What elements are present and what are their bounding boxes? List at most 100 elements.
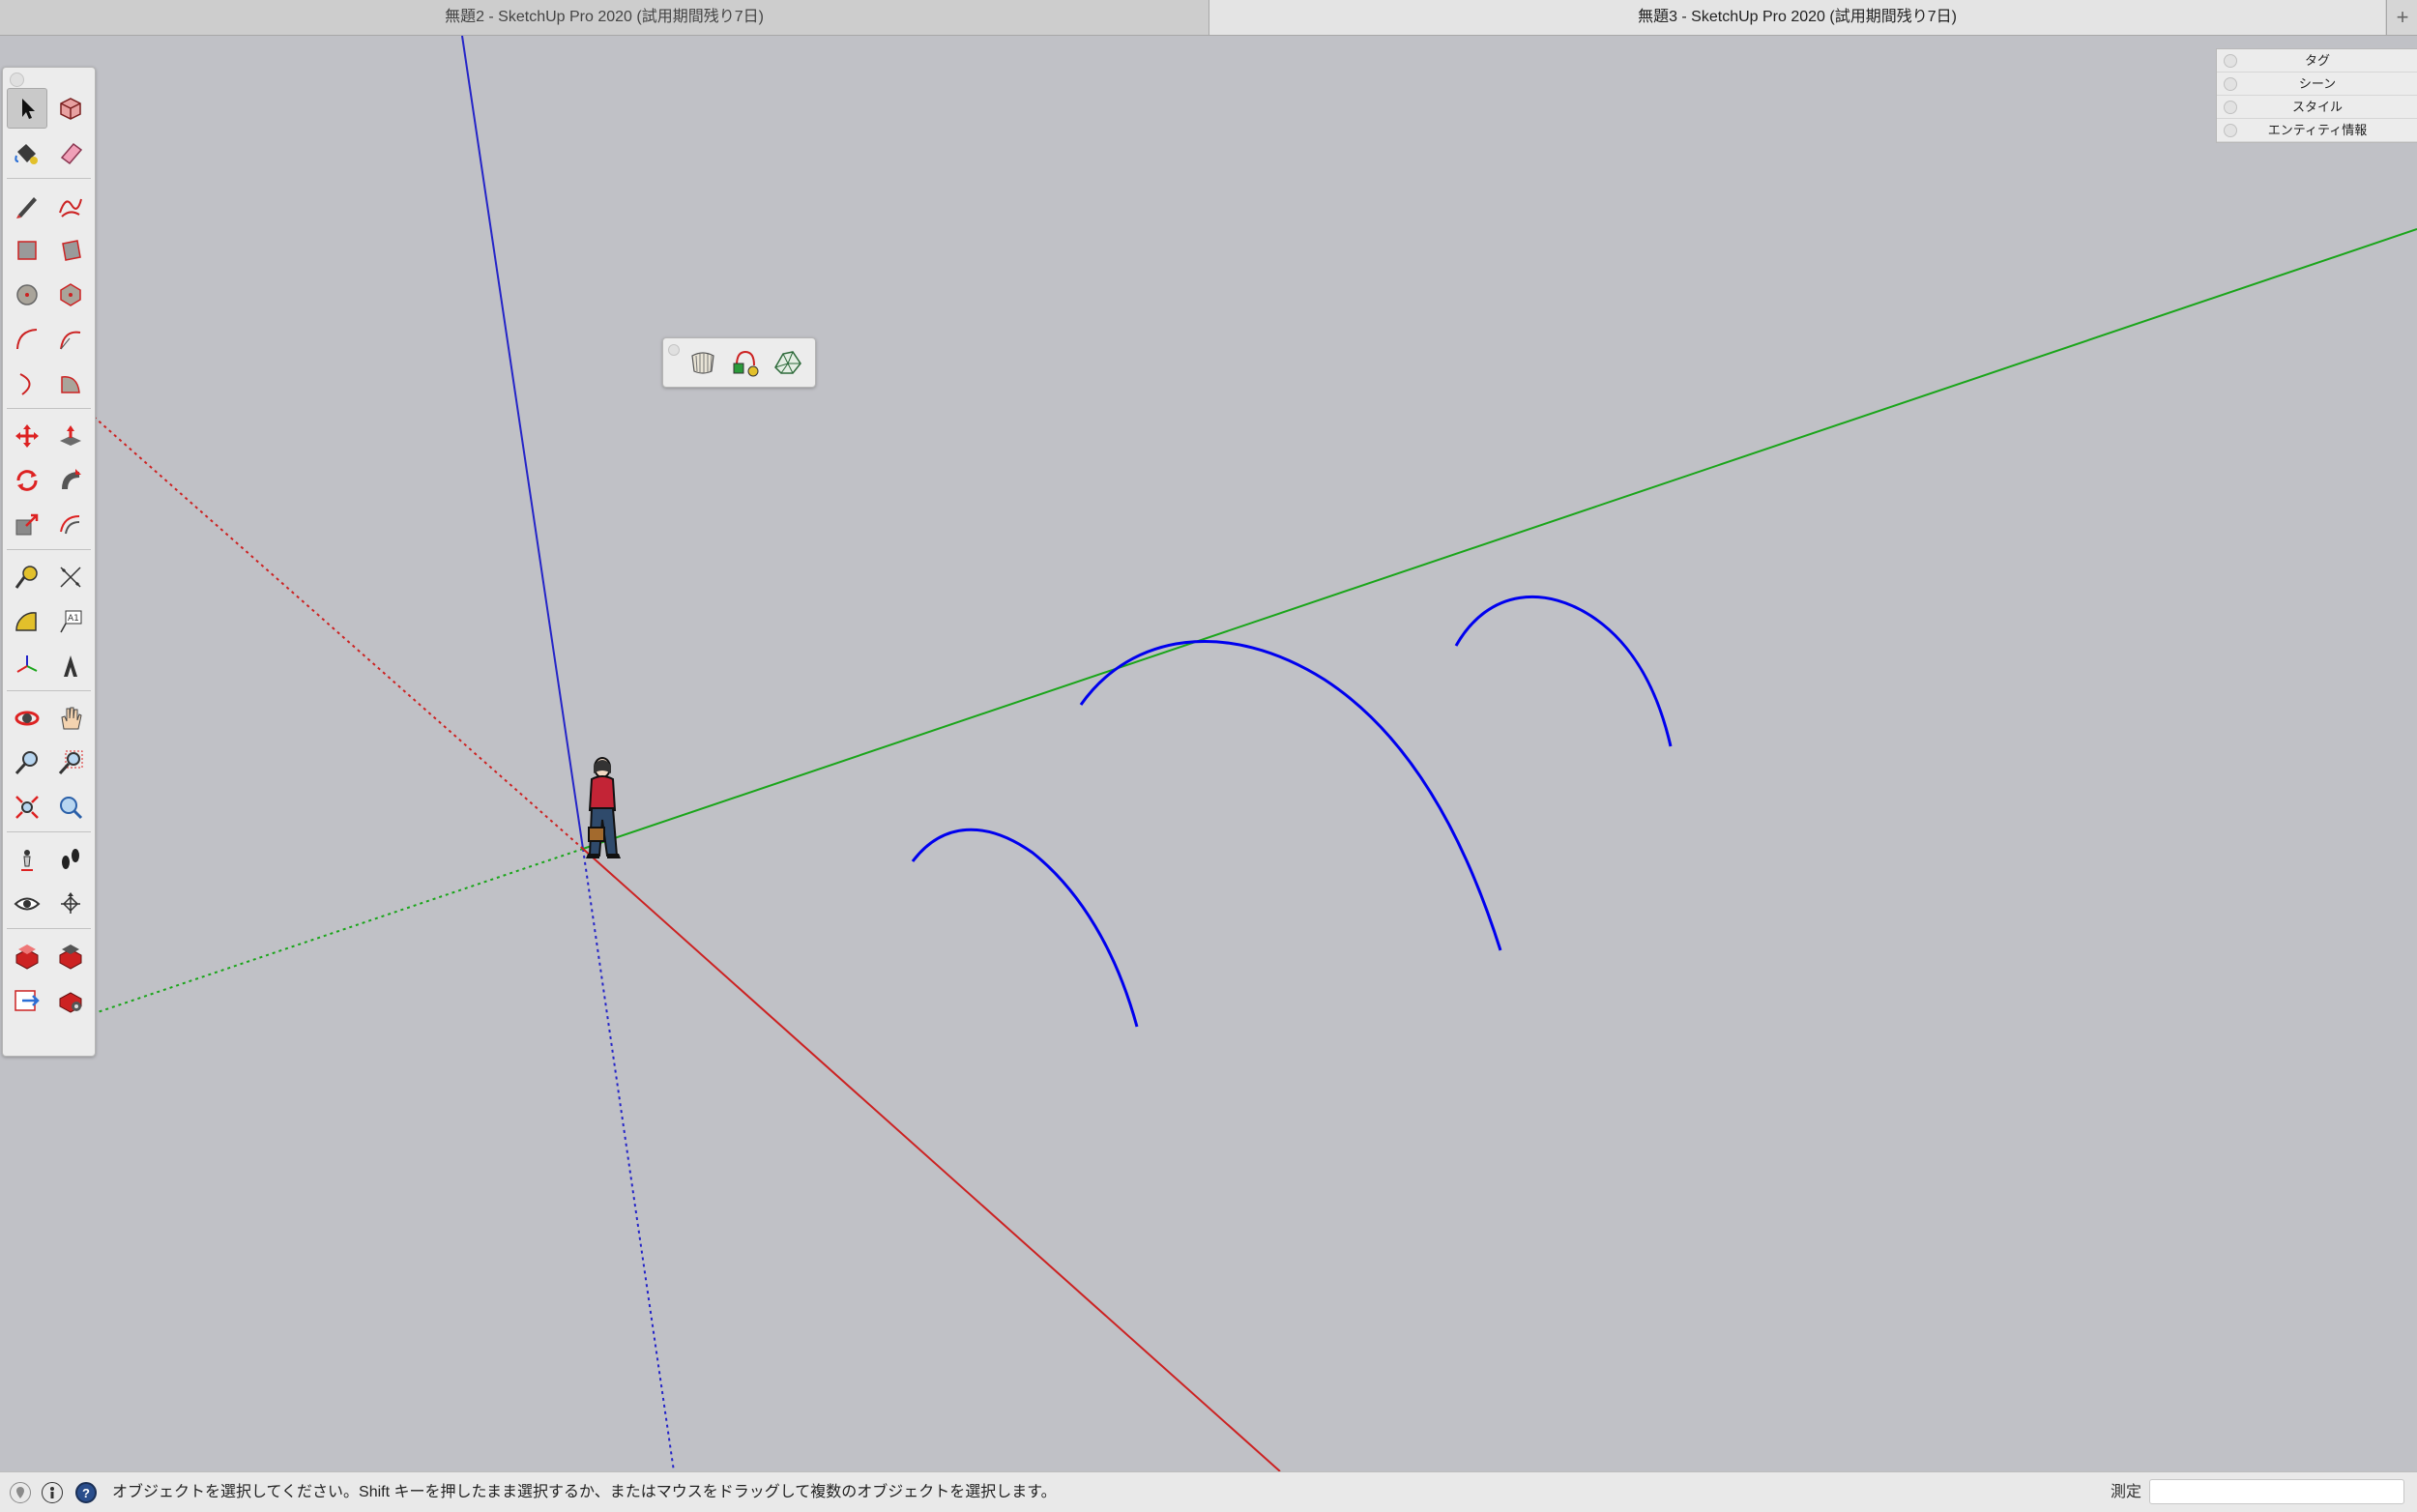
arc-curve-2 [1079,640,1502,951]
follow-me-tool[interactable] [50,460,91,501]
pan-tool[interactable] [50,698,91,739]
pan-hand-icon [61,707,82,730]
zoom-extents-icon [15,796,39,819]
tray-panel-styles[interactable]: スタイル [2217,96,2417,119]
pie-tool[interactable] [50,363,91,404]
measurements-input[interactable] [2149,1479,2404,1504]
extension-manager-tool[interactable] [50,980,91,1021]
three-point-arc-icon [19,373,31,395]
rotated-rectangle-icon [62,240,81,261]
pencil-icon [16,197,37,218]
zoom-window-icon [58,750,83,775]
paint-bucket-icon [15,144,38,164]
extension-warehouse-tool[interactable] [50,936,91,976]
polygon-icon [60,283,81,306]
dimension-icon [60,567,81,588]
offset-tool[interactable] [50,505,91,545]
sandbox-from-contours-button[interactable] [683,342,723,383]
rotate-icon [16,470,38,491]
position-camera-tool[interactable] [7,839,47,880]
sandbox-drape-button[interactable] [725,342,766,383]
previous-view-tool[interactable] [50,787,91,828]
freehand-tool[interactable] [50,186,91,226]
send-to-layout-tool[interactable] [7,980,47,1021]
zoom-tool[interactable] [7,742,47,783]
sandbox-smoove-icon [774,351,801,374]
move-arrows-icon [15,424,39,448]
layout-icon [15,990,40,1011]
orbit-tool[interactable] [7,698,47,739]
tab-untitled-3[interactable]: 無題3 - SketchUp Pro 2020 (試用期間残り7日) [1209,0,2385,35]
tab-untitled-2[interactable]: 無題2 - SketchUp Pro 2020 (試用期間残り7日) [0,0,1209,35]
protractor-tool[interactable] [7,601,47,642]
sandbox-toolbar [662,337,816,388]
arc-curve-3 [1454,595,1673,747]
large-tool-set-palette: A1 [2,67,96,1057]
walk-tool[interactable] [50,839,91,880]
eraser-icon [60,142,83,165]
3d-text-tool[interactable] [50,646,91,686]
red-axis-negative [94,417,584,850]
paint-bucket-tool[interactable] [7,132,47,173]
document-tab-bar: 無題2 - SketchUp Pro 2020 (試用期間残り7日) 無題3 -… [0,0,2417,36]
protractor-icon [15,612,37,631]
select-tool[interactable] [7,88,47,129]
model-viewport[interactable] [0,36,2417,1471]
new-tab-button[interactable]: + [2386,0,2417,35]
arc-tool[interactable] [7,319,47,360]
look-around-tool[interactable] [7,884,47,924]
position-camera-icon [21,850,33,871]
rotate-tool[interactable] [7,460,47,501]
circle-tool[interactable] [7,275,47,315]
panel-collapse-icon [2224,77,2237,91]
sandbox-smoove-button[interactable] [768,342,808,383]
panel-collapse-icon [2224,124,2237,137]
arrow-cursor-icon [22,99,35,119]
offset-icon [60,515,80,535]
push-pull-icon [60,425,81,446]
measurements-label: 測定 [2111,1484,2142,1500]
previous-view-icon [60,797,83,820]
move-tool[interactable] [7,416,47,456]
instructor-help-icon[interactable]: ? [75,1482,97,1503]
credits-icon[interactable] [42,1482,63,1503]
tray-panel-scenes[interactable]: シーン [2217,73,2417,96]
footprints-icon [62,849,79,869]
follow-me-icon [62,469,81,489]
tray-panel-entity-info[interactable]: エンティティ情報 [2217,119,2417,142]
section-plane-tool[interactable] [50,884,91,924]
panel-collapse-icon [2224,54,2237,68]
scale-figure-person [586,757,621,858]
push-pull-tool[interactable] [50,416,91,456]
rectangle-tool[interactable] [7,230,47,271]
eraser-tool[interactable] [50,132,91,173]
blue-axis-positive [461,36,584,850]
scale-tool[interactable] [7,505,47,545]
zoom-window-tool[interactable] [50,742,91,783]
tray-panel-tags[interactable]: タグ [2217,49,2417,73]
rotated-rectangle-tool[interactable] [50,230,91,271]
tape-measure-tool[interactable] [7,557,47,597]
geo-location-icon[interactable] [10,1482,31,1503]
arc-icon [16,329,38,350]
warehouse-icon [15,945,39,970]
palette-close-button[interactable] [10,73,24,87]
two-point-arc-tool[interactable] [50,319,91,360]
red-axis-positive [582,848,1281,1471]
text-tool[interactable]: A1 [50,601,91,642]
three-point-arc-tool[interactable] [7,363,47,404]
panel-collapse-icon [2224,101,2237,114]
blue-axis-negative [582,848,675,1471]
polygon-tool[interactable] [50,275,91,315]
eye-icon [14,897,41,911]
scale-icon [15,513,39,536]
dimension-tool[interactable] [50,557,91,597]
3d-warehouse-tool[interactable] [7,936,47,976]
axes-tool[interactable] [7,646,47,686]
sandbox-toolbar-close-button[interactable] [668,344,680,356]
rectangle-icon [17,241,37,260]
make-component-tool[interactable] [50,88,91,129]
zoom-extents-tool[interactable] [7,787,47,828]
tape-measure-icon [15,566,38,589]
line-tool[interactable] [7,186,47,226]
